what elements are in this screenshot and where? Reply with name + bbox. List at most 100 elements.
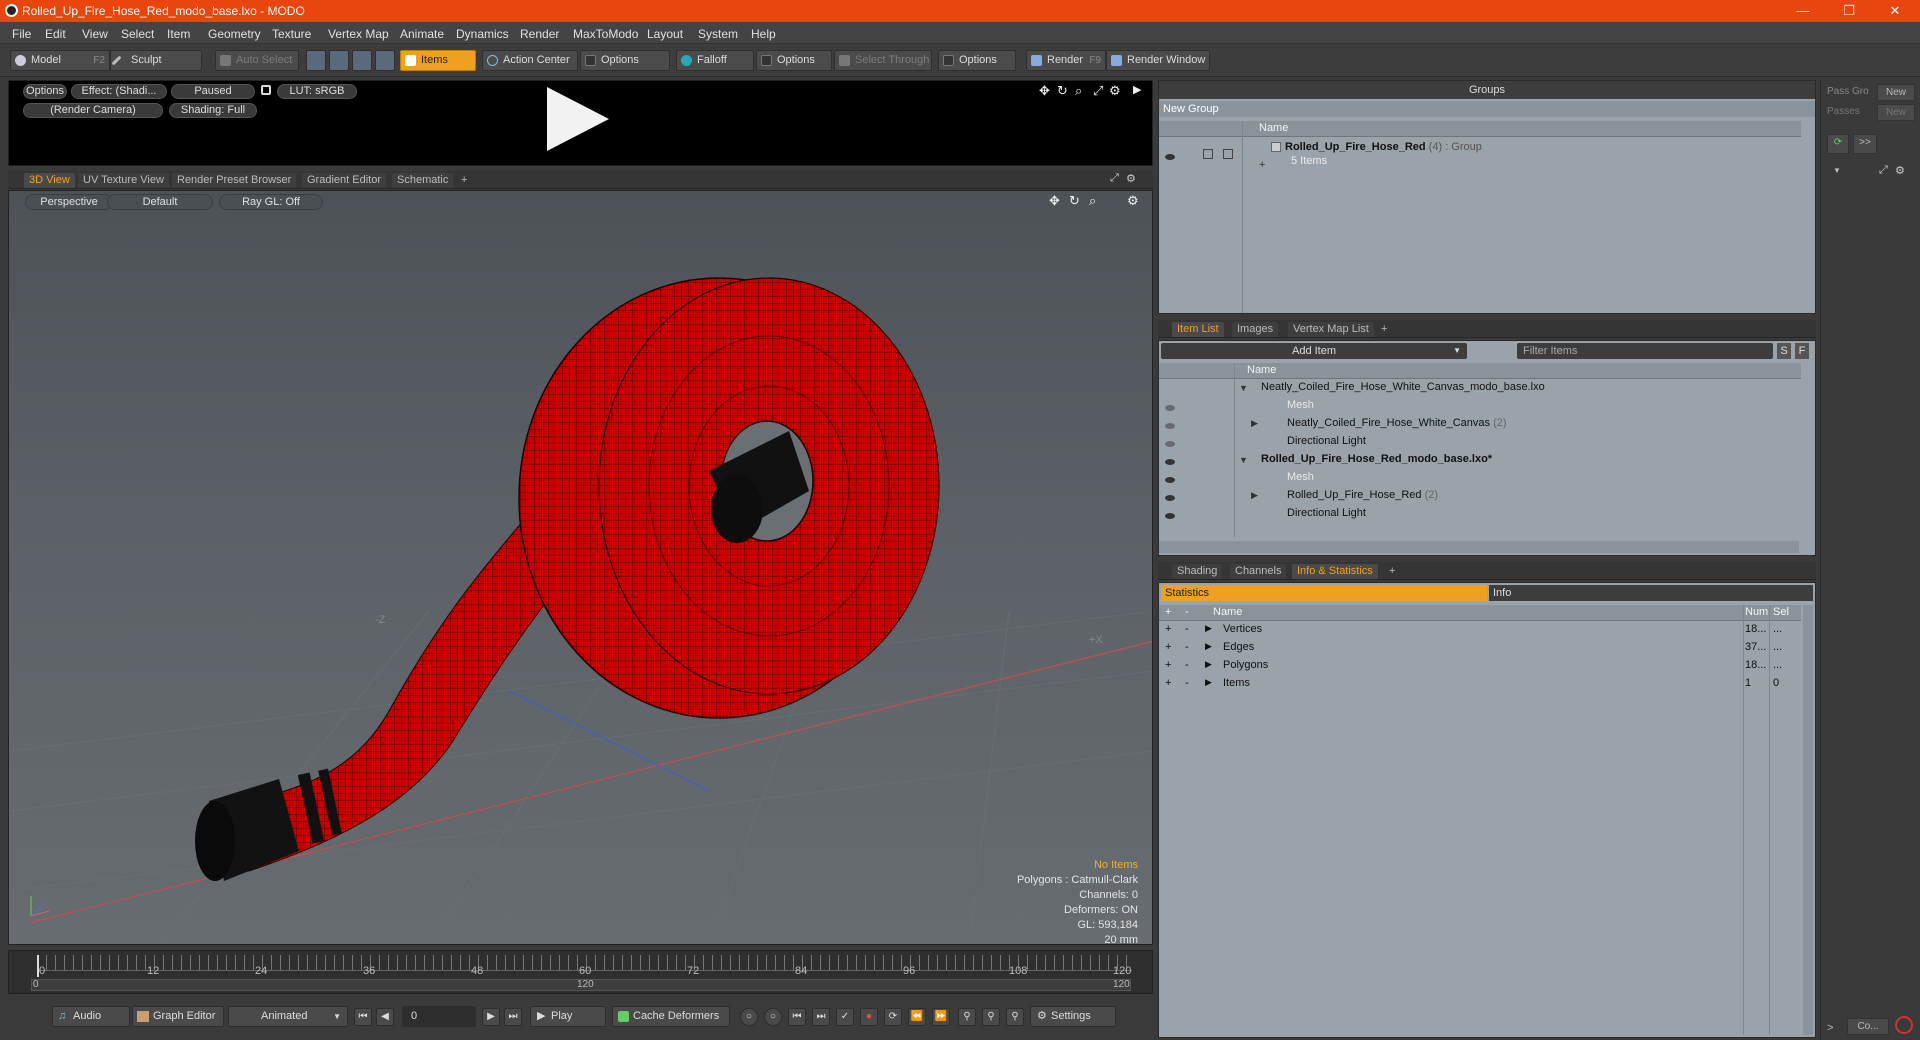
tab-shading[interactable]: Shading (1172, 564, 1223, 579)
maximize-panel-icon[interactable]: ⤢ (1110, 172, 1119, 185)
expand-arrow-icon[interactable]: > (1827, 1022, 1833, 1034)
cache-deformers-button[interactable]: Cache Deformers (612, 1006, 730, 1027)
menu-layout[interactable]: Layout (647, 27, 683, 41)
vertices-mode-icon[interactable] (306, 50, 326, 71)
checkbox-icon[interactable] (1203, 149, 1213, 159)
snap-icon[interactable]: ⚲ (1006, 1008, 1024, 1026)
play-icon[interactable] (547, 87, 609, 151)
3d-viewport[interactable]: Perspective Default Ray GL: Off ✥ ↻ ⌕ ⚙ (8, 190, 1153, 945)
model-button[interactable]: Model F2 (10, 50, 110, 71)
render-window-button[interactable]: Render Window (1106, 50, 1210, 71)
play-button[interactable]: ▶ Play (530, 1006, 606, 1027)
tab-images[interactable]: Images (1232, 322, 1279, 337)
gear-icon[interactable]: ⚙ (1109, 83, 1121, 99)
expand-plus-icon[interactable]: + (1259, 159, 1265, 171)
refresh-icon[interactable]: ↻ (1057, 83, 1068, 99)
add-item-button[interactable]: Add Item ▼ (1161, 343, 1467, 359)
f-button[interactable]: F (1795, 343, 1809, 359)
camera-dropdown[interactable]: (Render Camera) (23, 103, 163, 118)
new-pass-group-button[interactable]: New (1877, 84, 1915, 101)
falloff-button[interactable]: Falloff (676, 50, 754, 71)
menu-select[interactable]: Select (121, 27, 154, 41)
next-key-icon[interactable]: ⏭ (812, 1008, 830, 1026)
expand-arrow-icon[interactable]: ▶ (1251, 490, 1258, 501)
add-tab-button[interactable]: + (456, 173, 472, 188)
menu-item[interactable]: Item (167, 27, 190, 41)
falloff-options-button[interactable]: Options (756, 50, 832, 71)
mesh-row-1[interactable]: Mesh (1287, 399, 1314, 417)
record-icon[interactable]: ● (860, 1008, 878, 1026)
checkbox-icon[interactable] (1223, 149, 1233, 159)
refresh-pass-icon[interactable]: ⟳ (1827, 134, 1849, 154)
close-button[interactable]: ✕ (1872, 0, 1918, 22)
co-button[interactable]: Co... (1847, 1018, 1889, 1035)
shading-dropdown[interactable]: Shading: Full (169, 103, 257, 118)
stop-icon[interactable] (1895, 1016, 1913, 1034)
menu-file[interactable]: File (12, 27, 31, 41)
maximize-button[interactable]: ❐ (1826, 0, 1872, 22)
stats-row-items[interactable]: + - ▶ Items 1 0 (1159, 677, 1801, 695)
panel-gear-icon[interactable]: ⚙ (1895, 164, 1905, 177)
tab-vertex-map-list[interactable]: Vertex Map List (1288, 322, 1374, 337)
eye-icon[interactable] (1165, 441, 1175, 447)
expand-arrow-icon[interactable]: ▶ (1251, 418, 1258, 429)
statistics-tab[interactable]: Statistics (1161, 585, 1487, 601)
effect-dropdown[interactable]: Effect: (Shadi... (71, 84, 167, 99)
animated-dropdown[interactable]: Animated ▼ (228, 1006, 348, 1027)
eye-icon[interactable] (1165, 513, 1175, 519)
lock-icon[interactable] (261, 85, 271, 95)
tab-uv-texture-view[interactable]: UV Texture View (78, 173, 169, 188)
tab-item-list[interactable]: Item List (1172, 322, 1224, 337)
keyframe-icon[interactable]: ✓ (836, 1008, 854, 1026)
loop-icon[interactable]: ⟳ (884, 1008, 902, 1026)
menu-dynamics[interactable]: Dynamics (456, 27, 509, 41)
scene-row-1[interactable]: Neatly_Coiled_Fire_Hose_White_Canvas_mod… (1261, 381, 1545, 399)
stats-row-polygons[interactable]: + - ▶ Polygons 18... ... (1159, 659, 1801, 677)
lut-dropdown[interactable]: LUT: sRGB (277, 84, 357, 99)
stats-row-edges[interactable]: + - ▶ Edges 37... ... (1159, 641, 1801, 659)
tab-gradient-editor[interactable]: Gradient Editor (302, 173, 386, 188)
panel-gear-icon[interactable]: ⚙ (1126, 172, 1136, 185)
menu-edit[interactable]: Edit (45, 27, 66, 41)
s-button[interactable]: S (1777, 343, 1791, 359)
tab-3d-view[interactable]: 3D View (24, 173, 75, 188)
light-row-2[interactable]: Directional Light (1287, 507, 1366, 525)
prev-key-icon[interactable]: ⏮ (788, 1008, 806, 1026)
auto-select-button[interactable]: Auto Select (215, 50, 299, 71)
minimize-button[interactable]: — (1780, 0, 1826, 22)
select-through-options-button[interactable]: Options (938, 50, 1016, 71)
step-forward-icon[interactable]: ▶ (482, 1008, 500, 1026)
expand-all-icon[interactable]: + (1165, 605, 1171, 620)
new-pass-button[interactable]: New (1877, 104, 1915, 121)
tab-schematic[interactable]: Schematic (392, 173, 454, 188)
constraint-icon[interactable]: ⚲ (982, 1008, 1000, 1026)
action-center-button[interactable]: Action Center (482, 50, 578, 71)
horizontal-scrollbar[interactable] (1159, 541, 1799, 553)
render-button[interactable]: Render F9 (1026, 50, 1106, 71)
menu-view[interactable]: View (82, 27, 108, 41)
more-button[interactable]: >> (1853, 134, 1877, 154)
eye-icon[interactable] (1165, 154, 1175, 160)
expand-arrow-icon[interactable]: ▶ (1133, 83, 1141, 96)
menu-texture[interactable]: Texture (272, 27, 311, 41)
tab-info-statistics[interactable]: Info & Statistics (1292, 564, 1378, 579)
maximize-view-icon[interactable]: ⤢ (1093, 83, 1103, 99)
step-back-icon[interactable]: ◀ (376, 1008, 394, 1026)
vertical-scrollbar[interactable] (1803, 605, 1813, 1035)
add-tab-button[interactable]: + (1376, 322, 1392, 337)
info-tab[interactable]: Info (1489, 585, 1813, 601)
select-through-button[interactable]: Select Through (834, 50, 932, 71)
light-row-1[interactable]: Directional Light (1287, 435, 1366, 453)
jump-forward-icon[interactable]: ⏩ (932, 1008, 950, 1026)
group-row-2[interactable]: Rolled_Up_Fire_Hose_Red (2) (1287, 489, 1438, 507)
frame-input[interactable]: 0 (402, 1006, 476, 1027)
menu-help[interactable]: Help (751, 27, 776, 41)
eye-icon[interactable] (1165, 405, 1175, 411)
tab-channels[interactable]: Channels (1230, 564, 1287, 579)
menu-maxtomodo[interactable]: MaxToModo (573, 27, 638, 41)
scene-row-2[interactable]: Rolled_Up_Fire_Hose_Red_modo_base.lxo* (1261, 453, 1492, 471)
timeline[interactable]: 0 12 24 36 48 60 72 84 96 108 120 0 120 … (8, 950, 1153, 994)
settings-button[interactable]: ⚙ Settings (1030, 1006, 1116, 1027)
group-row-1[interactable]: Neatly_Coiled_Fire_Hose_White_Canvas (2) (1287, 417, 1507, 435)
collapse-arrow-icon[interactable]: ▼ (1239, 383, 1248, 393)
